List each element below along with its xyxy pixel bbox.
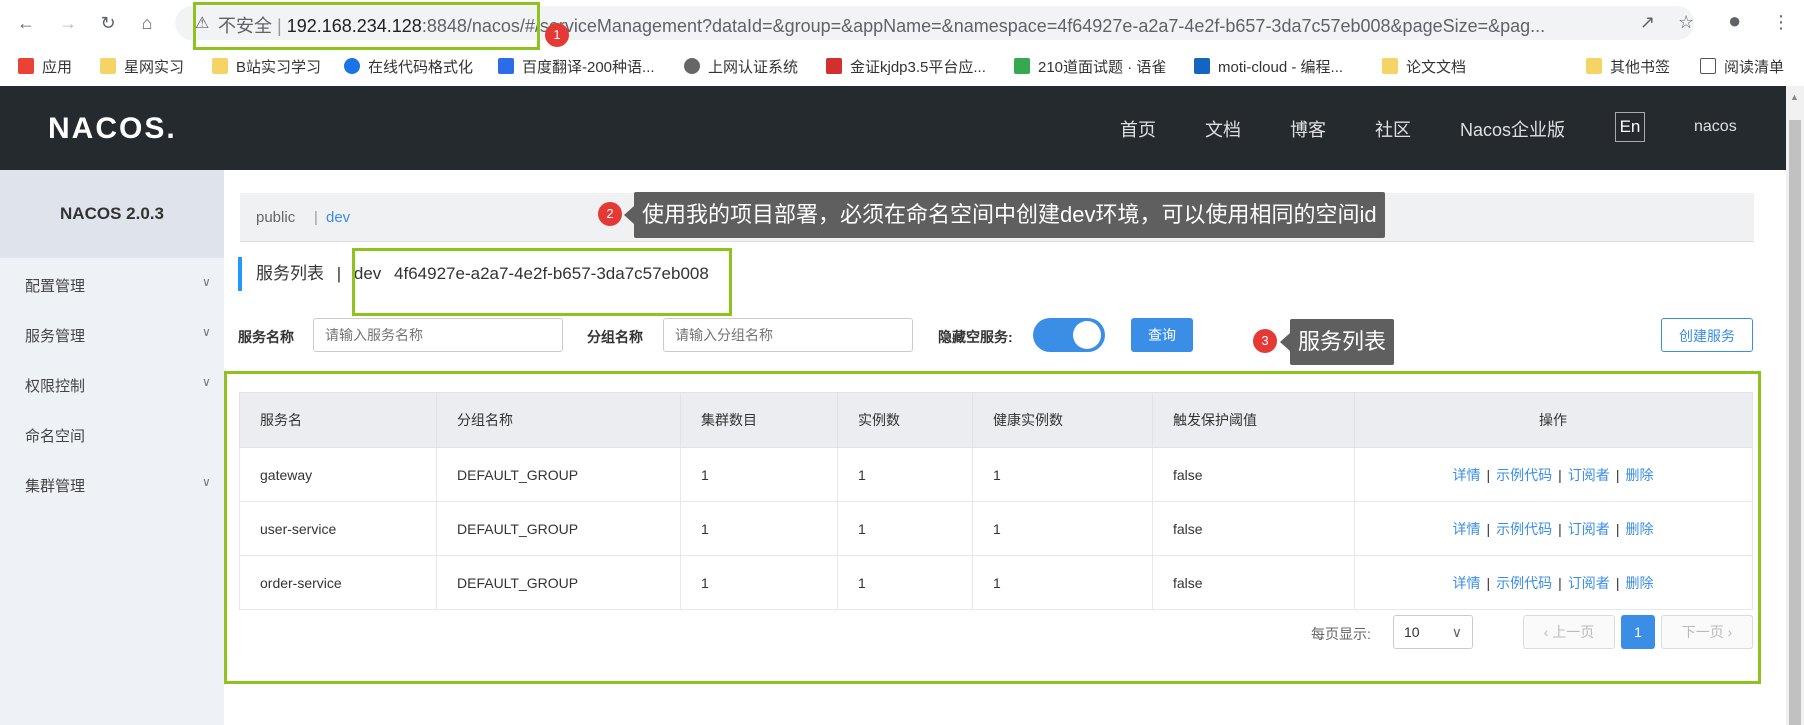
service-name-label: 服务名称 — [238, 329, 294, 345]
namespace-public[interactable]: public — [256, 209, 295, 226]
profile-icon[interactable]: ● — [1728, 8, 1741, 34]
toggle-knob — [1073, 321, 1101, 349]
page-title-separator: | — [336, 264, 342, 283]
site-icon — [826, 58, 842, 74]
code-icon — [1194, 58, 1210, 74]
folder-icon — [1382, 58, 1398, 74]
chevron-down-icon[interactable]: ∨ — [202, 275, 211, 289]
highlight-service-list — [224, 371, 1761, 684]
annotation-badge-2: 2 — [598, 202, 622, 226]
nav-enterprise[interactable]: Nacos企业版 — [1460, 116, 1565, 142]
star-icon[interactable]: ☆ — [1678, 12, 1694, 33]
bookmark-item[interactable]: 在线代码格式化 — [344, 56, 473, 77]
bookmark-reading-list[interactable]: 阅读清单 — [1700, 56, 1784, 77]
query-button[interactable]: 查询 — [1131, 318, 1193, 352]
bookmark-item[interactable]: 上网认证系统 — [684, 56, 798, 77]
folder-icon — [100, 58, 116, 74]
user-name[interactable]: nacos — [1694, 118, 1737, 136]
link-icon — [344, 58, 360, 74]
namespace-separator: | — [314, 209, 318, 226]
group-name-label: 分组名称 — [587, 329, 643, 345]
bookmark-item[interactable]: 金证kjdp3.5平台应... — [826, 56, 986, 77]
globe-icon — [684, 58, 700, 74]
scroll-up-icon[interactable]: ▲ — [1790, 92, 1799, 102]
sidebar-item-namespace[interactable]: 命名空间 — [25, 425, 85, 446]
sidebar-item-auth[interactable]: 权限控制 — [25, 375, 85, 396]
group-name-input[interactable] — [663, 318, 913, 352]
translate-icon — [498, 58, 514, 74]
chevron-down-icon[interactable]: ∨ — [202, 475, 211, 489]
service-name-input[interactable] — [313, 318, 563, 352]
annotation-callout-2: 使用我的项目部署，必须在命名空间中创建dev环境，可以使用相同的空间id — [624, 192, 1385, 238]
nav-community[interactable]: 社区 — [1375, 116, 1411, 142]
nacos-logo[interactable]: NACOS. — [48, 112, 177, 146]
folder-icon — [212, 58, 228, 74]
namespace-dev[interactable]: dev — [326, 209, 350, 226]
annotation-badge-1: 1 — [545, 23, 569, 47]
sidebar-item-service[interactable]: 服务管理 — [25, 325, 85, 346]
bookmark-item[interactable]: 论文文档 — [1382, 56, 1466, 77]
apps-icon — [18, 58, 34, 74]
reload-icon[interactable]: ↻ — [96, 11, 120, 35]
bookmark-item[interactable]: 百度翻译-200种语... — [498, 56, 655, 77]
sidebar-item-cluster[interactable]: 集群管理 — [25, 475, 85, 496]
sidebar-item-config[interactable]: 配置管理 — [25, 275, 85, 296]
back-icon[interactable]: ← — [14, 11, 38, 35]
sidebar: NACOS 2.0.3 配置管理 ∨ 服务管理 ∨ 权限控制 ∨ 命名空间 集群… — [0, 170, 224, 725]
bookmark-apps[interactable]: 应用 — [18, 56, 72, 77]
share-icon[interactable]: ↗ — [1640, 12, 1655, 33]
reading-list-icon — [1700, 58, 1716, 74]
annotation-callout-3: 服务列表 — [1279, 319, 1395, 365]
bookmark-item[interactable]: 210道面试题 · 语雀 — [1014, 56, 1166, 77]
annotation-badge-3: 3 — [1253, 329, 1277, 353]
bookmarks-bar: 应用 星网实习 B站实习学习 在线代码格式化 百度翻译-200种语... 上网认… — [0, 46, 1804, 87]
create-service-button[interactable]: 创建服务 — [1661, 318, 1753, 352]
page-scrollbar[interactable]: ▲ — [1786, 86, 1804, 725]
sidebar-title: NACOS 2.0.3 — [0, 170, 224, 258]
language-switch[interactable]: En — [1615, 112, 1645, 142]
nav-blog[interactable]: 博客 — [1290, 116, 1326, 142]
chevron-down-icon[interactable]: ∨ — [202, 375, 211, 389]
home-icon[interactable]: ⌂ — [135, 11, 159, 35]
app-header: NACOS. 首页 文档 博客 社区 Nacos企业版 En nacos — [0, 86, 1786, 170]
hide-empty-label: 隐藏空服务: — [938, 329, 1013, 345]
yuque-icon — [1014, 58, 1030, 74]
chevron-down-icon[interactable]: ∨ — [202, 325, 211, 339]
nav-docs[interactable]: 文档 — [1205, 116, 1241, 142]
highlight-namespace-id — [352, 248, 732, 316]
bookmark-item[interactable]: 星网实习 — [100, 56, 184, 77]
forward-icon[interactable]: → — [56, 11, 80, 35]
menu-icon[interactable]: ⋮ — [1772, 12, 1790, 33]
hide-empty-toggle[interactable] — [1033, 318, 1105, 352]
nav-home[interactable]: 首页 — [1120, 116, 1156, 142]
page-title-text: 服务列表 — [256, 264, 324, 283]
scroll-thumb[interactable] — [1789, 120, 1801, 725]
highlight-url — [193, 2, 540, 50]
url-path: :8848/nacos/#/serviceManagement?dataId=&… — [421, 16, 1546, 36]
bookmark-item[interactable]: 其他书签 — [1586, 56, 1670, 77]
bookmark-item[interactable]: moti-cloud - 编程... — [1194, 56, 1343, 77]
folder-icon — [1586, 58, 1602, 74]
bookmark-item[interactable]: B站实习学习 — [212, 56, 321, 77]
